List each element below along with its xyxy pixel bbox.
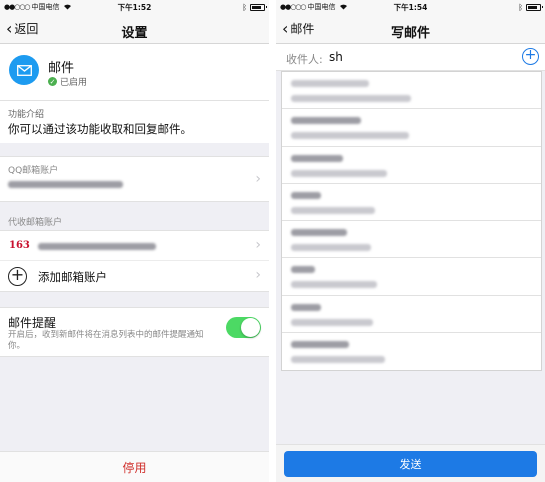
mail-icon	[9, 55, 39, 85]
list-item[interactable]	[282, 333, 541, 370]
intro-label: 功能介绍	[8, 110, 45, 120]
add-contact-icon[interactable]: +	[522, 48, 539, 65]
send-button[interactable]: 发送	[284, 451, 537, 477]
add-account-row[interactable]: + 添加邮箱账户 ›	[0, 261, 269, 292]
qq-account-value	[8, 181, 123, 188]
recipient-input[interactable]: sh	[329, 50, 343, 64]
compose-screen: ●●○○○ 中国电信 下午1:54 ᛒ ‹ 邮件 写邮件 收件人: sh + 发…	[276, 0, 545, 482]
toggle-knob	[241, 318, 260, 337]
status-time: 下午1:52	[117, 2, 152, 12]
chevron-right-icon: ›	[255, 171, 261, 187]
list-item[interactable]	[282, 296, 541, 334]
screenshot-pair: ●●○○○ 中国电信 下午1:52 ᛒ ‹ 返回 设置 邮件 ✓ 已启用 功能介…	[0, 0, 545, 482]
status-bar: ●●○○○ 中国电信 下午1:52 ᛒ	[0, 0, 269, 14]
reminder-title: 邮件提醒	[8, 316, 57, 330]
recipient-field[interactable]: 收件人: sh +	[276, 44, 545, 71]
list-item[interactable]	[282, 72, 541, 110]
mail-reminder-row: 邮件提醒 开启后，收到新邮件将在消息列表中的邮件提醒通知你。	[0, 307, 269, 357]
proxy-account-row[interactable]: 163 ›	[0, 230, 269, 261]
plus-circle-icon: +	[8, 267, 27, 286]
app-header: 邮件 ✓ 已启用	[0, 44, 269, 101]
contact-suggestion-list	[281, 71, 542, 372]
qq-account-label: QQ邮箱账户	[8, 166, 59, 176]
app-name: 邮件	[48, 61, 75, 76]
reminder-desc: 开启后，收到新邮件将在消息列表中的邮件提醒通知你。	[8, 330, 204, 351]
page-title: 设置	[121, 26, 148, 41]
chevron-right-icon: ›	[255, 267, 261, 283]
proxy-account-value	[38, 243, 156, 250]
disable-button[interactable]: 停用	[0, 451, 269, 482]
add-account-label: 添加邮箱账户	[38, 270, 107, 284]
page-title: 写邮件	[390, 26, 430, 41]
app-status-label: 已启用	[60, 78, 88, 88]
status-bar: ●●○○○ 中国电信 下午1:54 ᛒ	[276, 0, 545, 14]
settings-screen: ●●○○○ 中国电信 下午1:52 ᛒ ‹ 返回 设置 邮件 ✓ 已启用 功能介…	[0, 0, 269, 482]
163-logo: 163	[9, 240, 30, 251]
status-time: 下午1:54	[393, 2, 428, 12]
reminder-toggle[interactable]	[226, 317, 261, 338]
intro-text: 你可以通过该功能收取和回复邮件。	[8, 122, 192, 136]
battery-icon	[250, 3, 267, 11]
list-item[interactable]	[282, 258, 541, 296]
chevron-right-icon: ›	[255, 237, 261, 253]
check-icon: ✓	[48, 77, 57, 86]
proxy-account-label: 代收邮箱账户	[8, 218, 63, 228]
qq-account-row[interactable]: QQ邮箱账户 ›	[0, 156, 269, 202]
list-item[interactable]	[282, 221, 541, 259]
list-item[interactable]	[282, 147, 541, 184]
list-item[interactable]	[282, 184, 541, 222]
screen-divider	[269, 0, 276, 482]
feature-intro: 功能介绍 你可以通过该功能收取和回复邮件。	[0, 101, 269, 143]
battery-icon	[526, 3, 543, 11]
recipient-label: 收件人:	[286, 53, 323, 66]
app-status: ✓ 已启用	[48, 75, 87, 88]
nav-bar: ‹ 邮件 写邮件	[276, 14, 545, 44]
list-item[interactable]	[282, 109, 541, 147]
nav-bar: ‹ 返回 设置	[0, 14, 269, 44]
